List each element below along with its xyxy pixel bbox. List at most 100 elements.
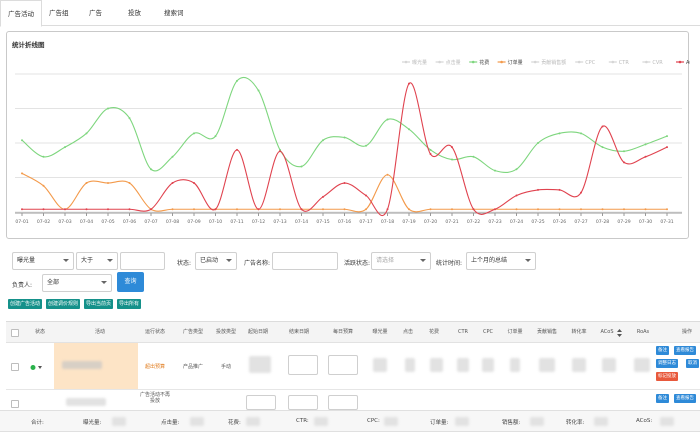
total-spend-redacted <box>246 417 260 426</box>
status-active-icon[interactable] <box>30 364 44 371</box>
tab-ads[interactable]: 广告 <box>82 0 109 26</box>
create-bid-rule-button[interactable]: 创建调价规则 <box>46 299 81 309</box>
tab-ad-groups[interactable]: 广告组 <box>42 0 76 26</box>
data-point <box>386 208 389 211</box>
total-cvr-label: 转化率: <box>566 420 585 426</box>
period-select[interactable]: 上个月的总结 <box>466 252 536 270</box>
cvr-redacted <box>572 358 586 372</box>
data-point <box>365 194 367 197</box>
start-date-redacted <box>249 356 271 373</box>
ad-name-input[interactable] <box>272 252 338 270</box>
adjust-log-button[interactable]: 调整日志 <box>656 359 678 368</box>
data-point <box>85 132 88 135</box>
total-cpc-label: CPC: <box>367 418 380 424</box>
owner-select[interactable]: 全部 <box>42 274 112 292</box>
data-point <box>236 208 238 211</box>
x-tick-label: 07-20 <box>424 219 437 225</box>
legend-item: 贡献销售额 <box>541 59 566 66</box>
start-date-input[interactable] <box>246 395 276 410</box>
view-report-button[interactable]: 查看报告 <box>674 394 696 403</box>
status-select-value: 已启动 <box>200 257 219 264</box>
legend-swatch-dot <box>678 60 682 64</box>
data-point <box>107 107 109 110</box>
table-row: 广告活动不再投放 备注 查看报告 <box>6 390 700 412</box>
activity-label: 活跃状态: <box>344 260 371 267</box>
tab-targeting[interactable]: 投放 <box>121 0 148 26</box>
export-all-button[interactable]: 导出所有 <box>117 299 142 309</box>
data-point <box>408 208 410 211</box>
data-point <box>515 194 518 197</box>
data-point <box>386 173 389 176</box>
export-current-page-button[interactable]: 导出当前页 <box>84 299 114 309</box>
data-point <box>42 208 45 211</box>
sales-redacted <box>539 358 555 372</box>
query-button[interactable]: 查询 <box>117 272 144 292</box>
data-point <box>150 208 152 211</box>
data-point <box>322 208 324 211</box>
data-point <box>537 208 539 211</box>
daily-budget-input[interactable] <box>328 355 358 375</box>
data-point <box>365 208 367 211</box>
legend-swatch-dot <box>611 60 615 64</box>
data-point <box>644 143 647 146</box>
create-campaign-button[interactable]: 创建广告活动 <box>8 299 43 309</box>
data-point <box>623 208 625 211</box>
data-point <box>537 188 539 191</box>
data-point <box>494 208 496 211</box>
mark-targeting-button[interactable]: 标记投放 <box>656 372 678 381</box>
x-tick-label: 07-31 <box>660 219 673 225</box>
cpc-redacted <box>482 358 494 372</box>
sort-icon[interactable] <box>617 329 622 337</box>
note-button[interactable]: 备注 <box>656 394 669 403</box>
data-point <box>601 146 604 149</box>
data-point <box>257 208 260 211</box>
data-point <box>214 135 217 138</box>
series-line-1 <box>21 77 668 173</box>
th-ad-type: 广告类型 <box>182 329 203 335</box>
row-checkbox[interactable] <box>11 400 19 408</box>
note-button[interactable]: 备注 <box>656 346 669 355</box>
total-orders-label: 订单量: <box>430 420 449 426</box>
th-sales: 贡献销售 <box>536 329 557 335</box>
view-report-button[interactable]: 查看报告 <box>674 346 696 355</box>
legend-item: 花费 <box>479 59 489 66</box>
data-point <box>85 182 88 185</box>
th-run-status: 运行状态 <box>144 329 165 335</box>
data-point <box>21 208 23 211</box>
metric-select[interactable]: 曝光量 <box>12 252 74 270</box>
tab-bar: 广告活动 广告组 广告 投放 搜索词 <box>0 0 700 27</box>
total-spend-label: 花费: <box>228 420 241 426</box>
tab-campaigns[interactable]: 广告活动 <box>0 0 42 27</box>
x-tick-label: 07-03 <box>58 219 71 225</box>
data-point <box>236 79 238 82</box>
x-tick-label: 07-26 <box>553 219 566 225</box>
data-point <box>64 208 66 211</box>
x-tick-label: 07-11 <box>230 219 243 225</box>
activity-select-placeholder: 请选择 <box>376 257 395 264</box>
operator-select[interactable]: 大于 <box>76 252 118 270</box>
legend-item: CTR <box>619 60 630 66</box>
th-cvr: 转化率 <box>571 329 587 335</box>
campaign-name-cell[interactable] <box>54 343 138 389</box>
x-tick-label: 07-27 <box>574 219 587 225</box>
run-status-value: 超出预算 <box>144 364 165 370</box>
tab-search-terms[interactable]: 搜索词 <box>157 0 191 26</box>
data-point <box>193 182 195 185</box>
end-date-input[interactable] <box>288 355 318 375</box>
end-date-input[interactable] <box>288 395 318 410</box>
daily-budget-input[interactable] <box>328 395 358 410</box>
data-point <box>601 125 604 128</box>
activity-select[interactable]: 请选择 <box>371 252 431 270</box>
data-point <box>42 184 45 187</box>
data-point <box>128 208 131 211</box>
cancel-button[interactable]: 取消 <box>686 359 699 368</box>
status-select[interactable]: 已启动 <box>195 252 237 270</box>
x-tick-label: 07-22 <box>467 219 480 225</box>
metric-value-input[interactable] <box>120 252 165 270</box>
data-point <box>580 132 582 135</box>
legend-swatch-dot <box>404 60 408 64</box>
legend-item: 曝光量 <box>412 59 427 66</box>
row-checkbox[interactable] <box>11 363 19 371</box>
select-all-checkbox[interactable] <box>11 329 19 337</box>
th-acos: ACoS <box>600 329 614 335</box>
